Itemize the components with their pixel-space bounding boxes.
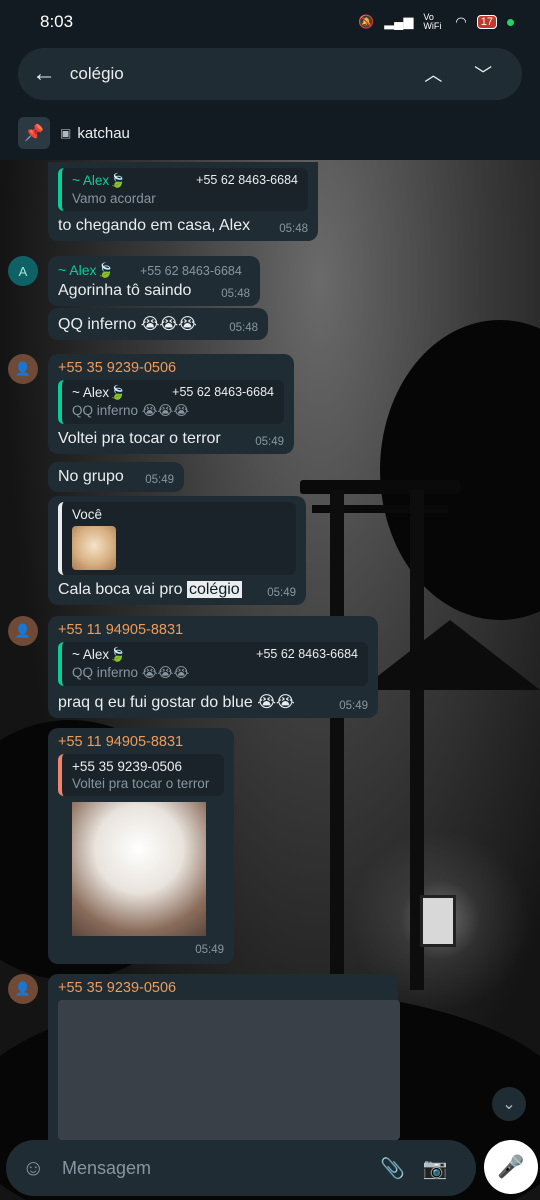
message-time: 05:49 bbox=[145, 474, 174, 486]
battery-icon: 17 bbox=[476, 15, 497, 29]
vowifi-label: Vo WiFi bbox=[423, 12, 442, 31]
status-icons: 🔕 ▂▄▆ Vo WiFi ◠ 17 bbox=[358, 13, 514, 31]
quoted-message[interactable]: ~ Alex🍃 +55 62 8463-6684 Vamo acordar bbox=[58, 168, 308, 211]
camera-icon[interactable]: 📷 bbox=[423, 1156, 448, 1181]
chat-header: ← ︿ ﹀ 📌 ▣ katchau bbox=[0, 44, 540, 160]
message-text: Cala boca vai pro colégio bbox=[58, 581, 242, 598]
image-placeholder[interactable] bbox=[58, 1000, 400, 1140]
quote-sender: ~ Alex🍃 bbox=[72, 385, 126, 400]
wallpaper-torii bbox=[300, 480, 460, 494]
wifi-icon: ◠ bbox=[455, 14, 467, 29]
message-input[interactable] bbox=[62, 1157, 362, 1179]
mic-button[interactable]: 🎤 bbox=[484, 1140, 538, 1194]
wallpaper-torii-pillar bbox=[330, 490, 344, 990]
mic-icon: 🎤 bbox=[497, 1154, 525, 1179]
quoted-message[interactable]: ~ Alex🍃 +55 62 8463-6684 QQ inferno 😭😭😭 bbox=[58, 642, 368, 686]
message-time: 05:49 bbox=[339, 700, 368, 712]
message-text: Agorinha tô saindo bbox=[58, 282, 192, 299]
message-time: 05:49 bbox=[255, 436, 284, 448]
message-time: 05:49 bbox=[195, 944, 224, 956]
quote-sender: Você bbox=[72, 507, 103, 522]
sender-name: +55 11 94905-8831 bbox=[58, 734, 184, 750]
quote-number: +55 62 8463-6684 bbox=[256, 647, 358, 661]
message-bubble[interactable]: Você Cala boca vai pro colégio 05:49 bbox=[48, 496, 306, 605]
message-bubble[interactable]: ~ Alex🍃 +55 62 8463-6684 Vamo acordar to… bbox=[48, 162, 318, 241]
message-text: Voltei pra tocar o terror bbox=[58, 430, 221, 447]
message-time: 05:48 bbox=[229, 322, 258, 334]
search-highlight: colégio bbox=[186, 581, 242, 598]
message-text: No grupo bbox=[58, 468, 124, 485]
wallpaper-lantern bbox=[420, 895, 456, 947]
quote-sender: ~ Alex🍃 bbox=[72, 647, 126, 662]
double-chevron-down-icon: ⌄ bbox=[502, 1096, 516, 1113]
message-time: 05:49 bbox=[267, 587, 296, 599]
back-arrow-icon[interactable]: ← bbox=[32, 60, 58, 88]
sender-name: +55 11 94905-8831 bbox=[58, 622, 184, 638]
sender-name: +55 35 9239-0506 bbox=[58, 360, 177, 376]
message-composer: ☺ 📎 📷 bbox=[6, 1140, 476, 1196]
quote-text: QQ inferno 😭😭😭 bbox=[72, 403, 190, 418]
signal-icon: ▂▄▆ bbox=[384, 14, 414, 29]
sender-name: ~ Alex🍃 bbox=[58, 262, 114, 278]
pinned-label: katchau bbox=[77, 124, 130, 142]
message-bubble[interactable]: +55 35 9239-0506 ~ Alex🍃 +55 62 8463-668… bbox=[48, 354, 294, 454]
cat-sticker-thumbnail bbox=[72, 526, 116, 570]
mute-icon: 🔕 bbox=[358, 14, 375, 29]
privacy-dot-icon bbox=[507, 18, 514, 26]
quote-text: QQ inferno 😭😭😭 bbox=[72, 665, 190, 680]
message-bubble[interactable]: No grupo 05:49 bbox=[48, 462, 184, 492]
message-bubble[interactable]: QQ inferno 😭😭😭 05:48 bbox=[48, 308, 268, 340]
chevron-down-icon[interactable]: ﹀ bbox=[458, 61, 508, 87]
pinned-message-bar[interactable]: 📌 ▣ katchau bbox=[18, 116, 130, 150]
chevron-up-icon[interactable]: ︿ bbox=[408, 61, 458, 87]
wallpaper-pagoda-roof bbox=[360, 620, 540, 690]
message-text: QQ inferno 😭😭😭 bbox=[58, 316, 197, 333]
message-bubble[interactable]: ~ Alex🍃 +55 62 8463-6684 Agorinha tô sain… bbox=[48, 256, 260, 306]
message-bubble[interactable]: +55 11 94905-8831 ~ Alex🍃 +55 62 8463-66… bbox=[48, 616, 378, 718]
status-bar: 8:03 🔕 ▂▄▆ Vo WiFi ◠ 17 bbox=[0, 0, 540, 44]
avatar[interactable]: A bbox=[8, 256, 38, 286]
message-time: 05:48 bbox=[279, 223, 308, 235]
avatar[interactable]: 👤 bbox=[8, 974, 38, 1004]
quoted-message[interactable]: +55 35 9239-0506 Voltei pra tocar o terr… bbox=[58, 754, 224, 796]
quote-sender: ~ Alex🍃 bbox=[72, 173, 126, 188]
quote-number: +55 62 8463-6684 bbox=[196, 173, 298, 187]
attach-icon[interactable]: 📎 bbox=[380, 1156, 405, 1181]
search-bar: ← ︿ ﹀ bbox=[18, 48, 522, 100]
quote-sender: +55 35 9239-0506 bbox=[72, 759, 182, 774]
message-text: to chegando em casa, Alex bbox=[58, 217, 251, 234]
wallpaper-tree bbox=[380, 320, 540, 620]
scroll-to-bottom-button[interactable]: ⌄ bbox=[492, 1087, 526, 1121]
message-text: praq q eu fui gostar do blue 😭😭 bbox=[58, 694, 295, 711]
sender-name: +55 35 9239-0506 bbox=[58, 980, 177, 996]
quote-text: Vamo acordar bbox=[72, 191, 156, 206]
avatar[interactable]: 👤 bbox=[8, 616, 38, 646]
image-icon: ▣ bbox=[60, 126, 72, 140]
pin-icon: 📌 bbox=[18, 117, 50, 149]
message-time: 05:48 bbox=[221, 288, 250, 300]
message-bubble[interactable]: +55 35 9239-0506 bbox=[48, 974, 400, 1140]
search-input[interactable] bbox=[69, 64, 409, 84]
quote-number: +55 62 8463-6684 bbox=[172, 385, 274, 399]
quote-text: Voltei pra tocar o terror bbox=[72, 776, 210, 791]
status-time: 8:03 bbox=[40, 12, 74, 31]
sender-number: +55 62 8463-6684 bbox=[139, 264, 242, 278]
quoted-message[interactable]: ~ Alex🍃 +55 62 8463-6684 QQ inferno 😭😭😭 bbox=[58, 380, 284, 424]
quoted-message[interactable]: Você bbox=[58, 502, 296, 575]
cat-sticker-image[interactable] bbox=[72, 802, 206, 936]
sticker-icon[interactable]: ☺ bbox=[22, 1155, 50, 1181]
avatar[interactable]: 👤 bbox=[8, 354, 38, 384]
message-bubble[interactable]: +55 11 94905-8831 +55 35 9239-0506 Volte… bbox=[48, 728, 234, 964]
